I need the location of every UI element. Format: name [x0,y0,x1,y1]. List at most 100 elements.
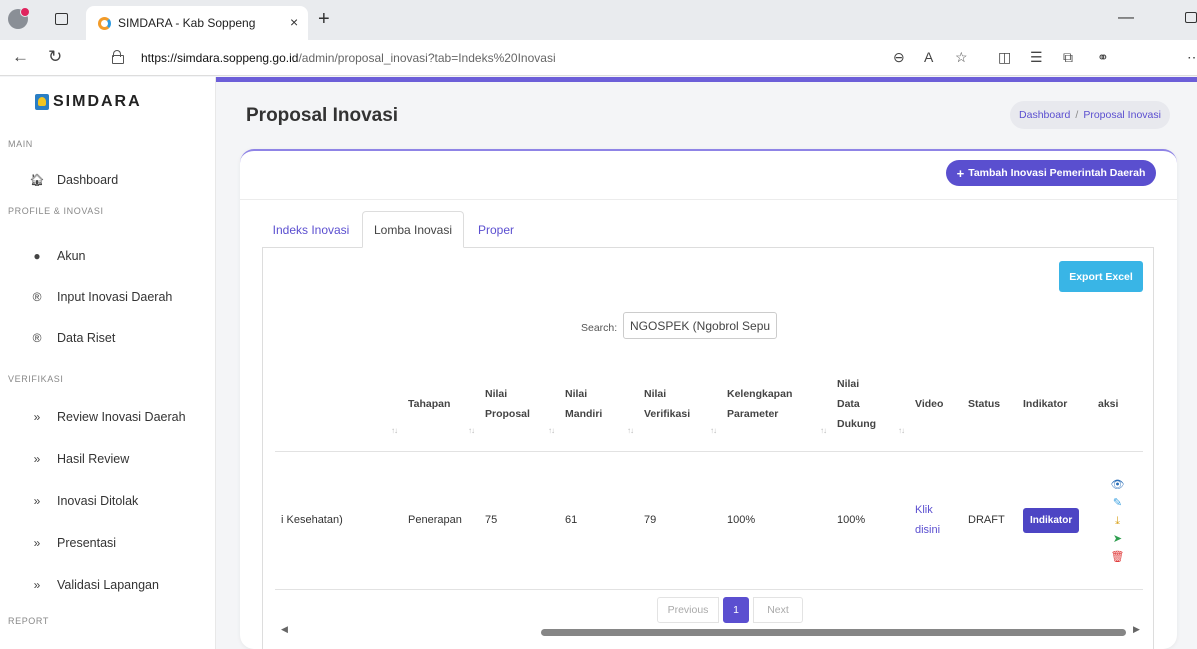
browser-tab[interactable]: SIMDARA - Kab Soppeng × [86,6,308,40]
extensions-icon[interactable]: ⚭ [1097,49,1109,66]
search-input[interactable]: NGOSPEK (Ngobrol Sepu [623,312,777,339]
sidebar-item-validasi-lapangan[interactable]: » Validasi Lapangan [28,574,159,596]
more-menu-icon[interactable]: ⋯ [1187,49,1197,66]
zoom-icon[interactable]: ⊖ [893,49,905,66]
collections-icon[interactable]: ⧉ [1063,49,1073,66]
section-report: REPORT [8,616,49,626]
favorite-star-icon[interactable]: ☆ [955,49,968,66]
export-excel-button[interactable]: Export Excel [1059,261,1143,292]
cell-nilai-verifikasi: 79 [638,451,721,590]
tab-actions-icon[interactable] [55,13,68,25]
column-header-nilai-mandiri[interactable]: Nilai Mandiri ↑↓ [559,358,638,452]
split-screen-icon[interactable]: ◫ [998,49,1011,66]
sidebar-item-label: Validasi Lapangan [57,578,159,592]
section-profile: PROFILE & INOVASI [8,206,104,216]
breadcrumb-separator: / [1075,109,1079,121]
download-icon[interactable]: ⤓ [1111,514,1125,528]
url-field[interactable]: https://simdara.soppeng.go.id/admin/prop… [103,45,903,71]
cell-nilai-proposal: 75 [479,451,559,590]
refresh-icon[interactable]: ↻ [48,47,62,67]
breadcrumb-dashboard-link[interactable]: Dashboard [1019,109,1070,121]
delete-trash-icon[interactable]: 🗑︎ [1111,550,1125,564]
video-link[interactable]: Klik disini [909,451,962,590]
proposal-card: + Tambah Inovasi Pemerintah Daerah Indek… [240,149,1177,649]
previous-page-button[interactable]: Previous [657,597,719,623]
column-header-nilai-proposal[interactable]: Nilai Proposal ↑↓ [479,358,559,452]
edit-pencil-icon[interactable]: ✎ [1111,496,1125,510]
sidebar-item-label: Input Inovasi Daerah [57,290,173,304]
sidebar-item-akun[interactable]: ● Akun [28,245,85,267]
tab-indeks-inovasi[interactable]: Indeks Inovasi [262,211,360,248]
sidebar-item-dashboard[interactable]: 🏠︎ Dashboard [28,169,118,191]
view-eye-icon[interactable]: 👁︎ [1111,478,1125,492]
cell-tahapan: Penerapan [402,451,479,590]
sidebar-item-label: Presentasi [57,536,117,550]
section-verifikasi: VERIFIKASI [8,374,64,384]
cell-nilai-mandiri: 61 [559,451,638,590]
double-check-icon: » [33,410,41,424]
indikator-button[interactable]: Indikator [1023,507,1080,533]
sidebar: SIMDARA MAIN 🏠︎ Dashboard PROFILE & INOV… [0,77,216,649]
restore-window-icon[interactable] [1185,12,1197,23]
cell-status: DRAFT [962,451,1017,590]
favorites-icon[interactable]: ☰ [1030,49,1043,66]
registered-icon: ® [32,290,42,304]
table-header-row: ↑↓ Tahapan ↑↓ Nilai Proposal ↑↓ Nilai Mandir… [275,358,1143,452]
sort-icon: ↑↓ [548,425,555,435]
column-header-aksi: aksi [1092,358,1143,452]
sidebar-item-input-inovasi[interactable]: ® Input Inovasi Daerah [28,286,173,308]
column-header-video: Video [909,358,962,452]
site-favicon-icon [98,17,111,30]
double-check-icon: » [33,452,41,466]
column-header-nilai-verifikasi[interactable]: Nilai Verifikasi ↑↓ [638,358,721,452]
back-icon[interactable]: ← [12,47,29,67]
breadcrumb-current: Proposal Inovasi [1083,109,1161,121]
close-tab-icon[interactable]: × [290,14,298,30]
simdara-logo-icon [35,94,49,110]
send-icon[interactable]: ➤ [1111,532,1125,546]
section-main: MAIN [8,139,33,149]
scroll-left-icon[interactable]: ◀ [281,624,288,635]
next-page-button[interactable]: Next [753,597,803,623]
double-check-icon: » [33,536,41,550]
minimize-window-icon[interactable]: — [1118,9,1134,27]
user-icon: ● [33,249,41,263]
tab-proper[interactable]: Proper [466,211,526,248]
page-1-button[interactable]: 1 [723,597,749,623]
tab-lomba-inovasi[interactable]: Lomba Inovasi [362,211,464,248]
sort-icon: ↑↓ [710,425,717,435]
home-icon: 🏠︎ [29,173,45,187]
sidebar-item-label: Review Inovasi Daerah [57,410,186,424]
scrollbar-thumb[interactable] [541,629,1126,636]
sidebar-item-label: Hasil Review [57,452,130,466]
sidebar-item-label: Dashboard [57,173,119,187]
cell-aksi: 👁︎ ✎ ⤓ ➤ 🗑︎ [1092,451,1143,590]
cell-kelengkapan-parameter: 100% [721,451,831,590]
add-inovasi-button[interactable]: + Tambah Inovasi Pemerintah Daerah [946,160,1156,186]
tab-pane-lomba-inovasi: Export Excel Search: NGOSPEK (Ngobrol Se… [262,247,1154,649]
horizontal-scrollbar[interactable]: ◀ ▶ [275,624,1143,638]
new-tab-icon[interactable]: + [318,8,330,31]
address-bar: ← ↻ https://simdara.soppeng.go.id/admin/… [0,40,1197,76]
double-check-icon: » [33,578,41,592]
sort-icon: ↑↓ [898,425,905,435]
column-header-nilai-data-dukung[interactable]: Nilai Data Dukung ↑↓ [831,358,909,452]
sidebar-item-hasil-review[interactable]: » Hasil Review [28,448,130,470]
scroll-right-icon[interactable]: ▶ [1133,624,1140,635]
cell-nilai-data-dukung: 100% [831,451,909,590]
card-divider [240,199,1177,200]
column-header-tahapan[interactable]: Tahapan ↑↓ [402,358,479,452]
search-label: Search: [581,322,618,334]
sidebar-item-data-riset[interactable]: ® Data Riset [28,327,116,349]
sidebar-item-presentasi[interactable]: » Presentasi [28,532,116,554]
column-header-nama[interactable]: ↑↓ [275,358,402,452]
add-inovasi-label: Tambah Inovasi Pemerintah Daerah [968,167,1146,179]
sidebar-item-inovasi-ditolak[interactable]: » Inovasi Ditolak [28,490,139,512]
column-header-kelengkapan-parameter[interactable]: Kelengkapan Parameter ↑↓ [721,358,831,452]
lock-icon[interactable] [112,50,124,64]
read-aloud-icon[interactable]: A [924,49,933,65]
breadcrumb: Dashboard / Proposal Inovasi [1010,101,1170,129]
app-logo[interactable]: SIMDARA [53,93,142,111]
profile-avatar-icon[interactable] [8,7,30,29]
sidebar-item-review-inovasi[interactable]: » Review Inovasi Daerah [28,406,186,428]
